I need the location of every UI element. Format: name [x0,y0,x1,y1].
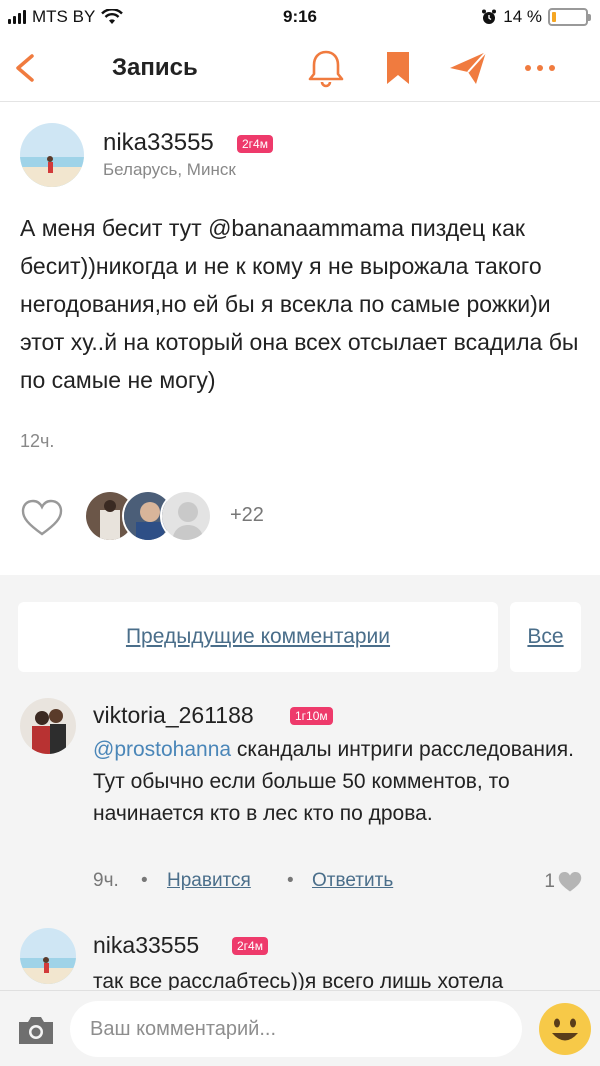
avatar-image [20,123,84,187]
comment-input[interactable] [70,1001,522,1057]
account-age-badge: 1г10м [290,707,333,725]
comment-like-count-wrap[interactable]: 1 [544,870,583,894]
all-comments-button[interactable]: Все [510,602,581,672]
status-bar-right: 14 % [481,7,591,27]
nav-bar: Запись [0,36,600,102]
like-comment-button[interactable]: Нравится [167,870,251,892]
post-time: 12ч. [20,431,55,451]
battery-percent: 14 % [503,7,542,26]
status-bar: MTS BY 9:16 14 % [0,0,600,36]
separator-dot: • [287,870,294,891]
comment-author[interactable]: viktoria_261188 [93,702,254,729]
comment-meta: 9ч. • Нравится • Ответить 1 [93,870,583,896]
comment-input-bar [0,990,600,1066]
back-icon[interactable] [8,48,44,88]
alarm-icon [482,9,497,24]
liker-avatar[interactable] [160,490,212,542]
previous-comments-button[interactable]: Предыдущие комментарии [18,602,498,672]
avatar-image [20,928,76,984]
account-age-badge: 2г4м [232,937,268,955]
heart-icon[interactable] [20,498,64,538]
reply-button[interactable]: Ответить [312,870,393,892]
comment-mention[interactable]: @prostohanna [93,738,231,761]
post-text: А меня бесит тут @bananaammama пиздец ка… [20,215,579,393]
comment-time: 9ч. [93,870,119,891]
avatar-image [20,698,76,754]
comment-text: так все расслабтесь))я всего лишь хотела [93,970,504,990]
send-icon[interactable] [446,48,490,88]
default-avatar-icon [162,492,210,540]
comment-text: @prostohanna скандалы интриги расследова… [93,734,583,830]
comment-author[interactable]: nika33555 [93,932,199,959]
bookmark-icon[interactable] [376,48,420,88]
post-author[interactable]: nika33555 [103,129,214,157]
comment-author-avatar[interactable] [20,698,76,754]
camera-icon[interactable] [16,1013,56,1047]
author-avatar[interactable] [20,123,84,187]
battery-level [552,12,556,22]
comment-author-avatar[interactable] [20,928,76,984]
page-title: Запись [112,54,198,81]
likes-more-count[interactable]: +22 [230,504,264,527]
battery-icon [548,8,591,26]
emoji-icon[interactable] [538,1002,592,1056]
account-age-badge: 2г4м [237,135,273,153]
more-icon[interactable] [518,48,562,88]
bell-icon[interactable] [304,48,348,88]
heart-icon [558,871,582,892]
separator-dot: • [141,870,148,891]
post: nika33555 2г4м Беларусь, Минск А меня бе… [0,103,600,575]
comment-like-count: 1 [544,871,555,892]
post-location: Беларусь, Минск [103,160,236,179]
